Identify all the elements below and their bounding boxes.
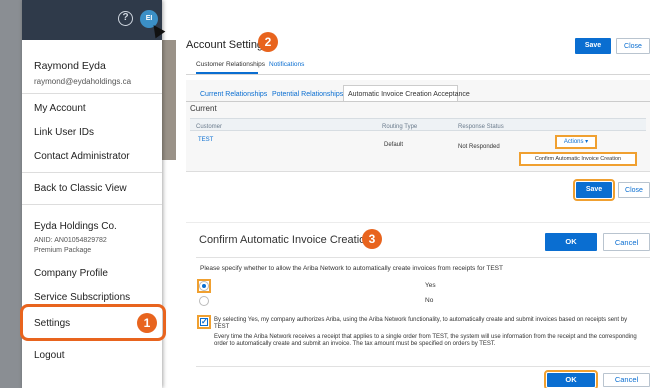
company-package: Premium Package bbox=[34, 247, 92, 254]
column-response-status[interactable]: Response Status bbox=[458, 124, 504, 130]
tab-customer-relationships[interactable]: Customer Relationships bbox=[196, 61, 265, 68]
menu-item-company-profile[interactable]: Company Profile bbox=[34, 268, 108, 279]
disclaimer-authorization: By selecting Yes, my company authorizes … bbox=[214, 317, 628, 331]
disclaimer-details: Every time the Ariba Network receives a … bbox=[214, 334, 637, 348]
dialog-title: Confirm Automatic Invoice Creation bbox=[199, 234, 372, 246]
company-anid: ANID: AN01054829782 bbox=[34, 237, 107, 244]
table-header bbox=[190, 118, 646, 131]
background-strip-right bbox=[162, 40, 176, 160]
save-button-bottom[interactable]: Save bbox=[573, 179, 615, 201]
user-name: Raymond Eyda bbox=[34, 60, 106, 72]
menu-header-bar: ? EI bbox=[22, 0, 166, 40]
account-settings-title: Account Settings bbox=[186, 39, 269, 51]
section-current: Current bbox=[190, 104, 217, 113]
column-customer[interactable]: Customer bbox=[196, 124, 222, 130]
save-button-top[interactable]: Save bbox=[575, 38, 611, 54]
company-name: Eyda Holdings Co. bbox=[34, 221, 117, 232]
yes-radio[interactable] bbox=[199, 281, 209, 291]
actions-dropdown-button[interactable]: Actions ▾ bbox=[555, 135, 597, 149]
screenshot-root: ? EI Raymond Eyda raymond@eydaholdings.c… bbox=[0, 0, 654, 388]
divider bbox=[22, 93, 162, 94]
ok-button-bottom[interactable]: OK bbox=[544, 370, 598, 388]
tab-current-relationships[interactable]: Current Relationships bbox=[200, 91, 267, 98]
section-divider bbox=[186, 222, 650, 223]
row-response-status: Not Responded bbox=[458, 144, 500, 150]
yes-label: Yes bbox=[425, 282, 436, 289]
cancel-button-bottom[interactable]: Cancel bbox=[603, 373, 650, 387]
no-label: No bbox=[425, 297, 434, 304]
step-badge-3: 3 bbox=[362, 229, 382, 249]
dialog-divider-bottom bbox=[196, 366, 650, 367]
menu-item-back-to-classic-view[interactable]: Back to Classic View bbox=[34, 183, 127, 194]
menu-item-confirm-automatic-invoice-creation[interactable]: Confirm Automatic Invoice Creation bbox=[519, 152, 637, 166]
user-email: raymond@eydaholdings.ca bbox=[34, 77, 132, 86]
help-icon[interactable]: ? bbox=[118, 11, 133, 26]
divider bbox=[22, 172, 162, 173]
step-badge-2: 2 bbox=[258, 32, 278, 52]
column-routing-type[interactable]: Routing Type bbox=[382, 124, 417, 130]
dialog-question: Please specify whether to allow the Arib… bbox=[200, 265, 503, 272]
menu-item-logout[interactable]: Logout bbox=[34, 350, 65, 361]
cancel-button-top[interactable]: Cancel bbox=[603, 233, 650, 251]
menu-item-my-account[interactable]: My Account bbox=[34, 103, 86, 114]
menu-item-contact-administrator[interactable]: Contact Administrator bbox=[34, 151, 130, 162]
tab-potential-relationships[interactable]: Potential Relationships bbox=[272, 91, 343, 98]
ok-button-top[interactable]: OK bbox=[545, 233, 597, 251]
no-radio[interactable] bbox=[199, 296, 209, 306]
tabs-divider bbox=[186, 74, 650, 75]
close-button-top[interactable]: Close bbox=[616, 38, 650, 54]
row-routing-type: Default bbox=[384, 142, 404, 148]
subtabs-divider bbox=[186, 101, 650, 102]
menu-item-link-user-ids[interactable]: Link User IDs bbox=[34, 127, 94, 138]
tab-notifications[interactable]: Notifications bbox=[269, 61, 304, 68]
menu-item-service-subscriptions[interactable]: Service Subscriptions bbox=[34, 292, 130, 303]
row-customer-link[interactable]: TEST bbox=[198, 137, 213, 143]
close-button-bottom[interactable]: Close bbox=[618, 182, 650, 198]
tab-automatic-invoice-creation-acceptance[interactable]: Automatic Invoice Creation Acceptance bbox=[348, 91, 470, 98]
step-badge-1: 1 bbox=[137, 313, 157, 333]
divider bbox=[22, 204, 162, 205]
background-strip bbox=[0, 0, 22, 388]
authorize-checkbox[interactable]: ✓ bbox=[200, 318, 208, 326]
dialog-divider bbox=[196, 257, 650, 258]
